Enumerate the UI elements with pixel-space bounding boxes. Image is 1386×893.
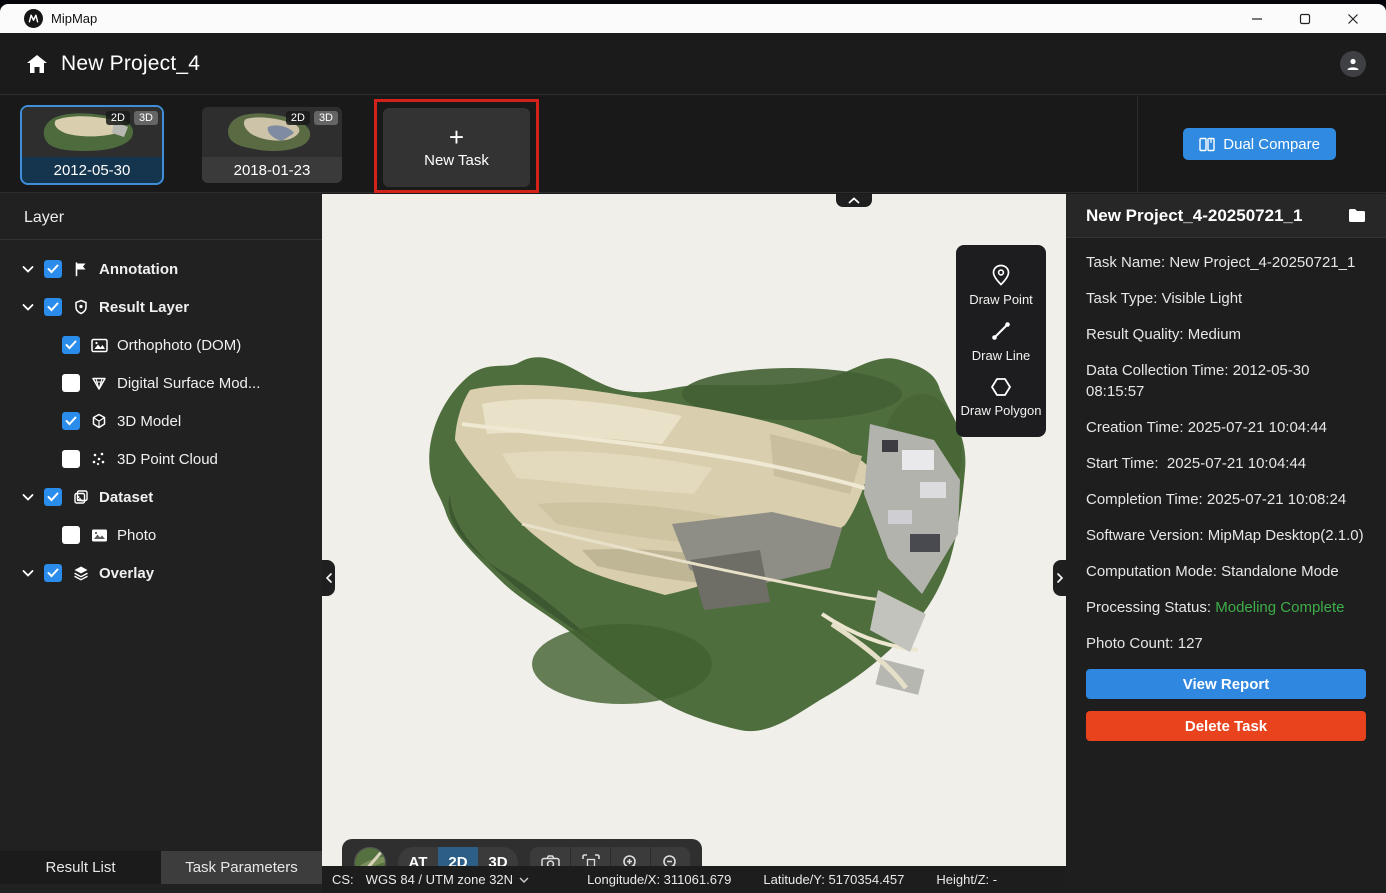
tree-item-annotation[interactable]: Annotation bbox=[0, 250, 322, 288]
draw-tools-panel: Draw Point Draw Line Draw Polygon bbox=[956, 245, 1046, 437]
minimize-button[interactable] bbox=[1240, 7, 1274, 31]
latitude-value: Latitude/Y: 5170354.457 bbox=[763, 872, 904, 887]
checkbox-dsm[interactable] bbox=[62, 374, 80, 392]
dataset-icon bbox=[72, 489, 90, 505]
height-value: Height/Z: - bbox=[936, 872, 997, 887]
dual-compare-icon bbox=[1199, 137, 1215, 152]
chevron-down-icon[interactable] bbox=[22, 303, 34, 311]
cs-label: CS: bbox=[332, 872, 354, 887]
title-bar: MipMap bbox=[0, 4, 1386, 33]
view-report-button[interactable]: View Report bbox=[1086, 669, 1366, 699]
detail-start-time: Start Time: 2025-07-21 10:04:44 bbox=[1086, 453, 1366, 474]
app-name: MipMap bbox=[51, 11, 97, 26]
maximize-button[interactable] bbox=[1288, 7, 1322, 31]
checkbox-dataset[interactable] bbox=[44, 488, 62, 506]
tab-result-list[interactable]: Result List bbox=[0, 851, 161, 884]
chevron-down-icon bbox=[519, 877, 529, 883]
badge-icon bbox=[72, 299, 90, 315]
checkbox-overlay[interactable] bbox=[44, 564, 62, 582]
checkbox-photo[interactable] bbox=[62, 526, 80, 544]
task-strip: 2D 3D 2012-05-30 2D 3D bbox=[0, 96, 1386, 193]
checkbox-3d-point-cloud[interactable] bbox=[62, 450, 80, 468]
project-header: New Project_4 bbox=[0, 33, 1386, 95]
collapse-left-panel-button[interactable] bbox=[322, 560, 335, 596]
badge-2d[interactable]: 2D bbox=[286, 111, 310, 125]
tree-item-result-layer[interactable]: Result Layer bbox=[0, 288, 322, 326]
task-detail-panel: New Project_4-20250721_1 Task Name: New … bbox=[1066, 194, 1386, 893]
image-icon bbox=[90, 338, 108, 353]
layers-icon bbox=[72, 565, 90, 581]
tree-item-dataset[interactable]: Dataset bbox=[0, 478, 322, 516]
checkbox-orthophoto[interactable] bbox=[62, 336, 80, 354]
polygon-icon bbox=[990, 377, 1012, 397]
layer-panel: Layer Annotation Result Layer bbox=[0, 193, 322, 893]
detail-creation-time: Creation Time: 2025-07-21 10:04:44 bbox=[1086, 417, 1366, 438]
detail-processing-status: Processing Status: Modeling Complete bbox=[1086, 597, 1366, 618]
map-viewport[interactable]: Draw Point Draw Line Draw Polygon AT bbox=[322, 194, 1066, 893]
delete-task-button[interactable]: Delete Task bbox=[1086, 711, 1366, 741]
detail-photo-count: Photo Count: 127 bbox=[1086, 633, 1366, 654]
chevron-down-icon[interactable] bbox=[22, 569, 34, 577]
detail-task-type: Task Type: Visible Light bbox=[1086, 288, 1366, 309]
chevron-down-icon[interactable] bbox=[22, 265, 34, 273]
point-cloud-icon bbox=[90, 451, 108, 467]
badge-3d[interactable]: 3D bbox=[314, 111, 338, 125]
detail-data-collection-time: Data Collection Time: 2012-05-30 08:15:5… bbox=[1086, 360, 1366, 402]
tab-task-parameters[interactable]: Task Parameters bbox=[161, 851, 322, 884]
layer-tree: Annotation Result Layer Orthophoto (DOM) bbox=[0, 240, 322, 592]
detail-software-version: Software Version: MipMap Desktop(2.1.0) bbox=[1086, 525, 1366, 546]
coordinate-system-dropdown[interactable]: WGS 84 / UTM zone 32N bbox=[366, 872, 529, 887]
user-avatar[interactable] bbox=[1340, 51, 1366, 77]
task-date: 2012-05-30 bbox=[22, 157, 162, 183]
flag-icon bbox=[72, 261, 90, 277]
tree-item-orthophoto[interactable]: Orthophoto (DOM) bbox=[0, 326, 322, 364]
dual-compare-button[interactable]: Dual Compare bbox=[1183, 128, 1336, 160]
tree-item-overlay[interactable]: Overlay bbox=[0, 554, 322, 592]
orthophoto-layer bbox=[322, 194, 1066, 893]
tree-item-3d-point-cloud[interactable]: 3D Point Cloud bbox=[0, 440, 322, 478]
layer-panel-title: Layer bbox=[0, 193, 322, 239]
mipmap-logo-icon bbox=[24, 9, 43, 28]
application-window: MipMap New Project_4 bbox=[0, 0, 1386, 893]
photo-icon bbox=[90, 528, 108, 543]
checkbox-annotation[interactable] bbox=[44, 260, 62, 278]
new-task-button[interactable]: + New Task bbox=[383, 108, 530, 187]
collapse-top-button[interactable] bbox=[836, 194, 872, 207]
collapse-right-panel-button[interactable] bbox=[1053, 560, 1066, 596]
dsm-icon bbox=[90, 376, 108, 391]
task-date: 2018-01-23 bbox=[202, 157, 342, 183]
detail-task-name: Task Name: New Project_4-20250721_1 bbox=[1086, 252, 1366, 273]
draw-polygon-tool[interactable]: Draw Polygon bbox=[956, 369, 1046, 425]
status-badge: Modeling Complete bbox=[1215, 599, 1344, 616]
badge-3d[interactable]: 3D bbox=[134, 111, 158, 125]
draw-line-tool[interactable]: Draw Line bbox=[956, 313, 1046, 369]
page-title: New Project_4 bbox=[61, 52, 200, 76]
close-button[interactable] bbox=[1336, 7, 1370, 31]
home-icon[interactable] bbox=[26, 54, 48, 74]
status-bar: CS: WGS 84 / UTM zone 32N Longitude/X: 3… bbox=[322, 866, 1066, 893]
draw-point-tool[interactable]: Draw Point bbox=[956, 257, 1046, 313]
sidebar-tab-bar: Result List Task Parameters bbox=[0, 851, 322, 884]
task-card-2018-01-23[interactable]: 2D 3D 2018-01-23 bbox=[202, 107, 342, 183]
checkbox-result-layer[interactable] bbox=[44, 298, 62, 316]
badge-2d[interactable]: 2D bbox=[106, 111, 130, 125]
detail-result-quality: Result Quality: Medium bbox=[1086, 324, 1366, 345]
task-card-2012-05-30[interactable]: 2D 3D 2012-05-30 bbox=[22, 107, 162, 183]
tree-item-3d-model[interactable]: 3D Model bbox=[0, 402, 322, 440]
folder-icon[interactable] bbox=[1348, 208, 1366, 223]
task-panel-title: New Project_4-20250721_1 bbox=[1086, 206, 1348, 226]
tree-item-dsm[interactable]: Digital Surface Mod... bbox=[0, 364, 322, 402]
checkbox-3d-model[interactable] bbox=[62, 412, 80, 430]
longitude-value: Longitude/X: 311061.679 bbox=[587, 872, 731, 887]
line-icon bbox=[990, 320, 1012, 342]
strip-divider bbox=[1137, 96, 1138, 192]
cube-icon bbox=[90, 413, 108, 429]
chevron-down-icon[interactable] bbox=[22, 493, 34, 501]
plus-icon: + bbox=[449, 126, 464, 148]
pin-icon bbox=[991, 264, 1011, 286]
tree-item-photo[interactable]: Photo bbox=[0, 516, 322, 554]
detail-completion-time: Completion Time: 2025-07-21 10:08:24 bbox=[1086, 489, 1366, 510]
detail-computation-mode: Computation Mode: Standalone Mode bbox=[1086, 561, 1366, 582]
